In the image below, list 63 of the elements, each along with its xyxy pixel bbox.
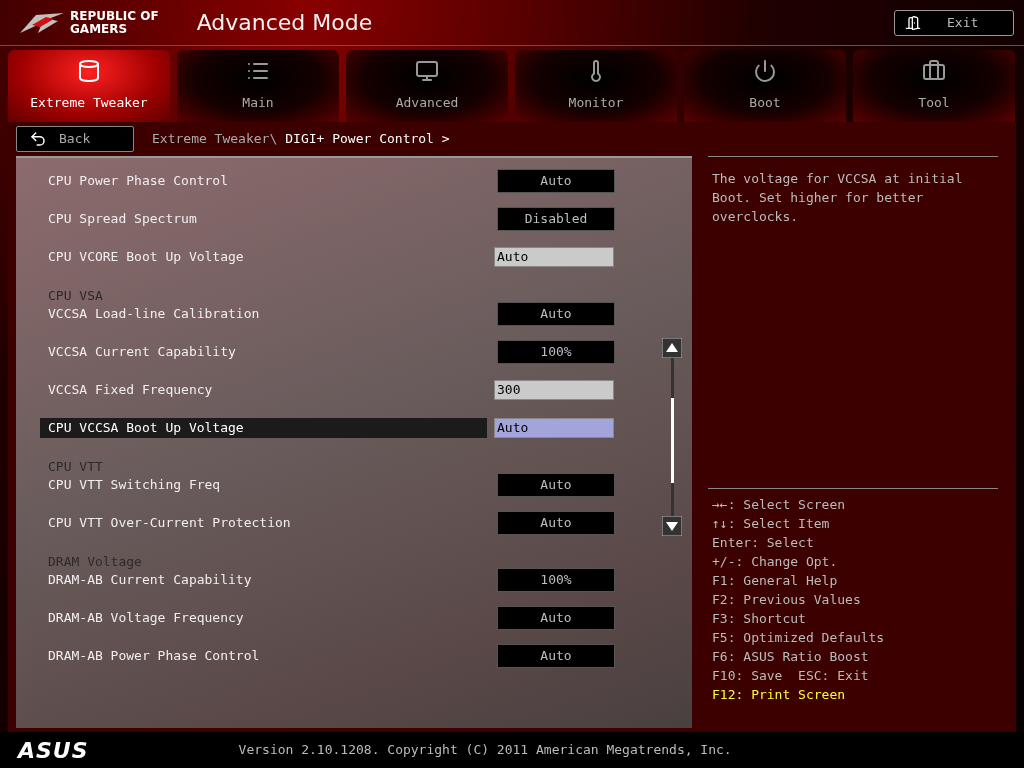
monitor-icon	[415, 59, 439, 84]
power-icon	[753, 59, 777, 84]
key-hint: F1: General Help	[712, 572, 839, 590]
section-heading: CPU VTT	[48, 457, 103, 476]
breadcrumb-current: DIGI+ Power Control >	[285, 130, 450, 149]
setting-row[interactable]: CPU VCCSA Boot Up Voltage	[40, 418, 487, 438]
option-dropdown[interactable]: Auto	[497, 644, 615, 668]
key-hint: Enter: Select	[712, 534, 815, 552]
asus-logo: ASUS	[18, 736, 89, 765]
back-button[interactable]: Back	[16, 126, 134, 152]
setting-row[interactable]: VCCSA Load-line Calibration	[40, 304, 487, 324]
key-hint: →←: Select Screen	[712, 496, 847, 514]
option-dropdown[interactable]: Auto	[497, 169, 615, 193]
key-hint: F5: Optimized Defaults	[712, 629, 886, 647]
breadcrumb-parent: Extreme Tweaker\	[152, 130, 278, 149]
setting-row[interactable]: CPU VCORE Boot Up Voltage	[40, 247, 487, 267]
back-arrow-icon	[29, 130, 47, 148]
setting-row[interactable]: CPU VTT Over-Current Protection	[40, 513, 487, 533]
setting-row[interactable]: CPU Power Phase Control	[40, 171, 487, 191]
option-dropdown[interactable]: Disabled	[497, 207, 615, 231]
setting-row[interactable]: CPU Spread Spectrum	[40, 209, 487, 229]
setting-row[interactable]: DRAM-AB Voltage Frequency	[40, 608, 487, 628]
setting-row[interactable]: DRAM-AB Power Phase Control	[40, 646, 487, 666]
menu-tab[interactable]: Advanced	[346, 50, 508, 122]
key-hint: ↑↓: Select Item	[712, 515, 831, 533]
setting-row[interactable]: DRAM-AB Current Capability	[40, 570, 487, 590]
section-heading: CPU VSA	[48, 286, 103, 305]
menu-tab[interactable]: Boot	[684, 50, 846, 122]
key-hint: +/-: Change Opt.	[712, 553, 839, 571]
key-hint: F10: Save ESC: Exit	[712, 667, 870, 685]
option-dropdown[interactable]: 100%	[497, 340, 615, 364]
scroll-up-icon[interactable]	[662, 338, 682, 358]
version-text: Version 2.10.1208. Copyright (C) 2011 American Megatrends, Inc.	[238, 741, 732, 760]
brand-text: REPUBLIC OF	[70, 9, 159, 23]
cylinder-icon	[77, 59, 101, 84]
option-dropdown[interactable]: Auto	[497, 511, 615, 535]
value-input-field[interactable]: Auto	[494, 247, 614, 267]
exit-button[interactable]: Exit	[894, 9, 1014, 36]
brand-text: GAMERS	[70, 22, 129, 36]
menu-tab[interactable]: Extreme Tweaker	[8, 50, 170, 122]
door-icon	[905, 14, 921, 31]
option-dropdown[interactable]: Auto	[497, 302, 615, 326]
key-hint: F3: Shortcut	[712, 610, 807, 628]
scrollbar-thumb[interactable]	[670, 398, 674, 483]
option-dropdown[interactable]: 100%	[497, 568, 615, 592]
scroll-down-icon[interactable]	[662, 516, 682, 536]
setting-row[interactable]: CPU VTT Switching Freq	[40, 475, 487, 495]
option-dropdown[interactable]: Auto	[497, 473, 615, 497]
menu-tab[interactable]: Tool	[853, 50, 1015, 122]
setting-row[interactable]: VCCSA Fixed Frequency	[40, 380, 487, 400]
value-input-field[interactable]: 300	[494, 380, 614, 400]
key-hint: F6: ASUS Ratio Boost	[712, 648, 870, 666]
key-hint: F12: Print Screen	[712, 686, 847, 704]
key-hint: F2: Previous Values	[712, 591, 862, 609]
option-dropdown[interactable]: Auto	[497, 606, 615, 630]
menu-tab[interactable]: Main	[177, 50, 339, 122]
menu-tab[interactable]: Monitor	[515, 50, 677, 122]
value-input-field[interactable]: Auto	[494, 418, 614, 438]
section-heading: DRAM Voltage	[48, 552, 142, 571]
window-title: Advanced Mode	[196, 9, 373, 37]
rog-logo-icon	[18, 10, 66, 35]
help-description: The voltage for VCCSA at initial Boot. Set higher for better overclocks.	[712, 170, 964, 226]
setting-row[interactable]: VCCSA Current Capability	[40, 342, 487, 362]
